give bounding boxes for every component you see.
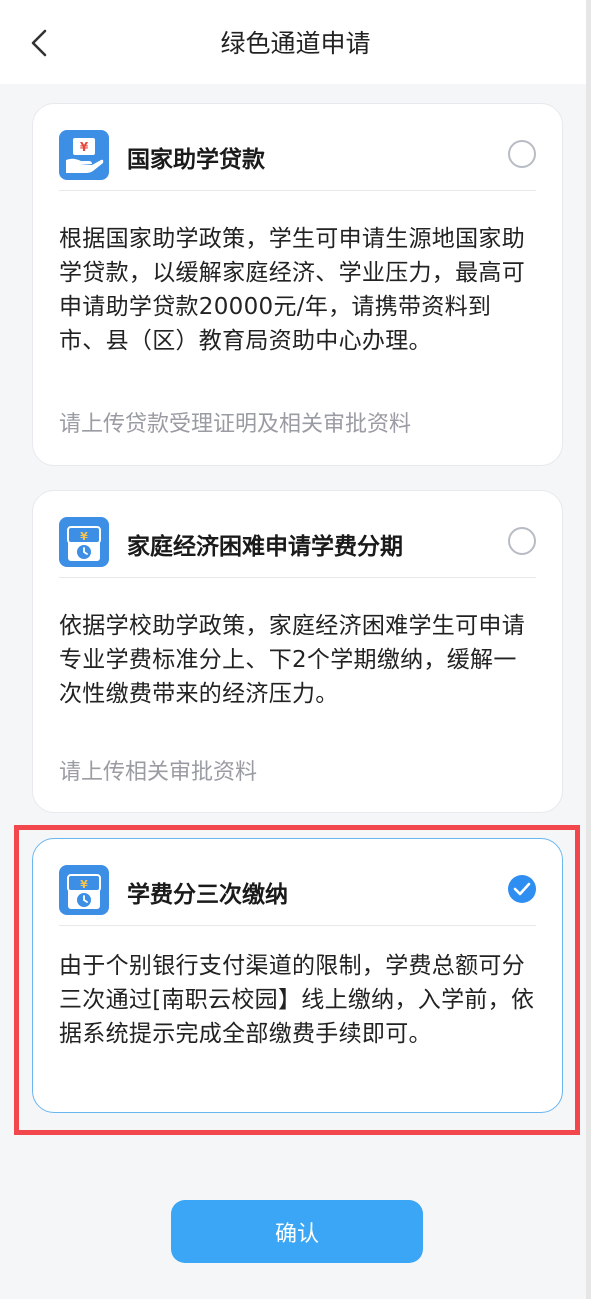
option-radio-checked[interactable] <box>508 875 536 903</box>
option-description: 由于个别银行支付渠道的限制，学费总额可分三次通过[南职云校园】线上缴纳，入学前，… <box>59 953 535 1047</box>
option-title: 家庭经济困难申请学费分期 <box>127 534 403 560</box>
svg-text:¥: ¥ <box>80 140 89 154</box>
checkmark-icon <box>513 882 531 896</box>
svg-text:¥: ¥ <box>80 878 88 891</box>
installment-clock-icon: ¥ <box>59 517 109 567</box>
option-description: 依据学校助学政策，家庭经济困难学生可申请专业学费标准分上、下2个学期缴纳，缓解一… <box>59 613 525 707</box>
option-title: 国家助学贷款 <box>127 147 265 173</box>
card-header: ¥ 学费分三次缴纳 <box>59 861 536 926</box>
header-bar: 绿色通道申请 <box>0 0 591 84</box>
option-radio[interactable] <box>508 140 536 168</box>
option-card-student-loan[interactable]: ¥ 国家助学贷款 根据国家助学政策，学生可申请生源地国家助学贷款，以缓解家庭经济… <box>32 103 563 466</box>
confirm-button[interactable]: 确认 <box>171 1200 423 1263</box>
page-title: 绿色通道申请 <box>220 29 371 58</box>
card-header: ¥ 国家助学贷款 <box>59 126 536 191</box>
option-upload-note: 请上传贷款受理证明及相关审批资料 <box>59 412 412 437</box>
option-card-three-payments[interactable]: ¥ 学费分三次缴纳 由于个别银行支付渠道的限制，学费总额可分三次通过[南职云校园… <box>32 838 563 1113</box>
scroll-edge <box>586 0 591 1299</box>
loan-hand-icon: ¥ <box>59 130 109 180</box>
option-title: 学费分三次缴纳 <box>127 882 288 908</box>
option-upload-note: 请上传相关审批资料 <box>59 760 258 785</box>
option-radio[interactable] <box>508 527 536 555</box>
svg-text:¥: ¥ <box>80 530 88 543</box>
card-header: ¥ 家庭经济困难申请学费分期 <box>59 513 536 578</box>
option-card-tuition-installment[interactable]: ¥ 家庭经济困难申请学费分期 依据学校助学政策，家庭经济困难学生可申请专业学费标… <box>32 490 563 813</box>
installment-clock-icon: ¥ <box>59 865 109 915</box>
option-description: 根据国家助学政策，学生可申请生源地国家助学贷款，以缓解家庭经济、学业压力，最高可… <box>59 226 525 354</box>
